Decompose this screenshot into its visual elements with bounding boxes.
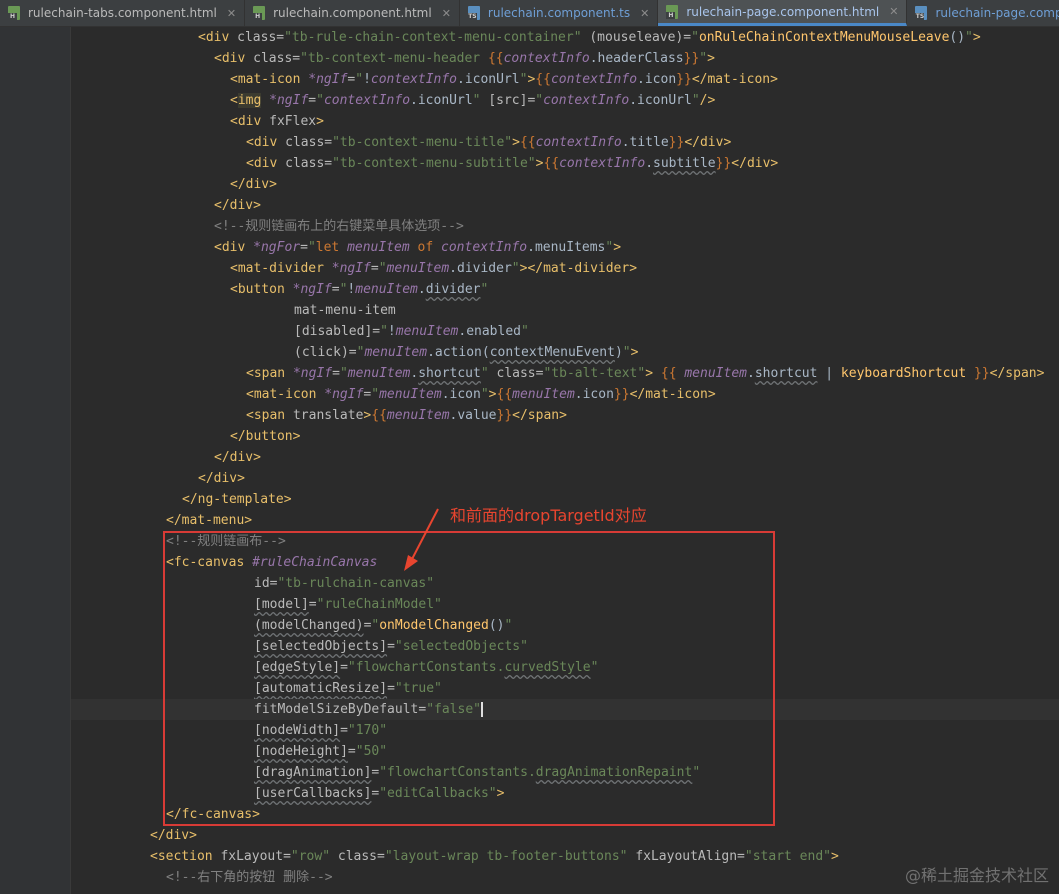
code-line[interactable]: 227[nodeWidth]="170" xyxy=(254,720,387,741)
code-line[interactable]: 219<fc-canvas #ruleChainCanvas xyxy=(166,552,377,573)
code-line[interactable]: 210<span *ngIf="menuItem.shortcut" class… xyxy=(246,363,1044,384)
code-line[interactable]: 218<!--规则链画布--> xyxy=(166,531,286,552)
code-line[interactable]: 199<div class="tb-context-menu-title">{{… xyxy=(246,132,731,153)
tab-rulechain-html[interactable]: H rulechain.component.html ✕ xyxy=(245,0,460,26)
code-line[interactable]: 206<button *ngIf="!menuItem.divider" xyxy=(230,279,488,300)
close-icon[interactable]: ✕ xyxy=(640,7,649,20)
code-line[interactable]: 201</div> xyxy=(230,174,277,195)
code-line[interactable]: 209(click)="menuItem.action(contextMenuE… xyxy=(294,342,638,363)
code-line[interactable]: 211<mat-icon *ngIf="menuItem.icon">{{men… xyxy=(246,384,716,405)
tab-rulechain-tabs-html[interactable]: H rulechain-tabs.component.html ✕ xyxy=(0,0,246,26)
code-line-current[interactable]: 226fitModelSizeByDefault="false" xyxy=(71,699,1059,720)
code-line[interactable]: 214</div> xyxy=(214,447,261,468)
tab-label: rulechain-tabs.component.html xyxy=(28,6,217,20)
html-file-icon: H xyxy=(253,6,267,20)
tab-rulechain-ts[interactable]: TS rulechain.component.ts ✕ xyxy=(460,0,659,26)
code-line[interactable]: 200<div class="tb-context-menu-subtitle"… xyxy=(246,153,778,174)
code-line[interactable]: 205<mat-divider *ngIf="menuItem.divider"… xyxy=(230,258,637,279)
watermark: @稀土掘金技术社区 xyxy=(904,866,1049,885)
tab-label: rulechain.component.html xyxy=(273,6,432,20)
code-line[interactable]: 230[userCallbacks]="editCallbacks"> xyxy=(254,783,504,804)
code-line[interactable]: 217</mat-menu> xyxy=(166,510,252,531)
code-line[interactable]: 194<div class="tb-rule-chain-context-men… xyxy=(198,27,981,48)
code-line[interactable]: 212<span translate>{{menuItem.value}}</s… xyxy=(246,405,567,426)
code-line[interactable]: 197<img *ngIf="contextInfo.iconUrl" [src… xyxy=(230,90,715,111)
code-line[interactable]: 220id="tb-rulchain-canvas" xyxy=(254,573,434,594)
code-line[interactable]: 221[model]="ruleChainModel" xyxy=(254,594,442,615)
code-line[interactable]: 195<div class="tb-context-menu-header {{… xyxy=(214,48,715,69)
code-line[interactable]: 213</button> xyxy=(230,426,300,447)
close-icon[interactable]: ✕ xyxy=(889,5,898,18)
tab-label: rulechain.component.ts xyxy=(487,6,631,20)
code-line[interactable]: 231</fc-canvas> xyxy=(166,804,260,825)
html-file-icon: H xyxy=(8,6,22,20)
code-line[interactable]: 224[edgeStyle]="flowchartConstants.curve… xyxy=(254,657,598,678)
code-line[interactable]: 216</ng-template> xyxy=(182,489,292,510)
editor-tab-bar: H rulechain-tabs.component.html ✕ H rule… xyxy=(0,0,1059,27)
text-cursor xyxy=(480,702,483,717)
tab-label: rulechain-page.component.ts xyxy=(935,6,1059,20)
annotation-label: 和前面的dropTargetId对应 xyxy=(450,506,647,525)
code-line[interactable]: 232</div> xyxy=(150,825,197,846)
code-line[interactable]: 202</div> xyxy=(214,195,261,216)
ts-file-icon: TS xyxy=(467,6,482,20)
code-editor[interactable]: 194<div class="tb-rule-chain-context-men… xyxy=(71,27,1059,894)
html-file-icon: H xyxy=(666,4,680,19)
annotation-arrow xyxy=(404,508,439,571)
code-line[interactable]: 196<mat-icon *ngIf="!contextInfo.iconUrl… xyxy=(230,69,778,90)
tab-rulechain-page-html[interactable]: H rulechain-page.component.html ✕ xyxy=(658,0,908,26)
ts-file-icon: TS xyxy=(915,6,929,20)
code-line[interactable]: 208[disabled]="!menuItem.enabled" xyxy=(294,321,529,342)
tab-label: rulechain-page.component.html xyxy=(686,4,880,19)
code-line[interactable]: 225[automaticResize]="true" xyxy=(254,678,442,699)
code-line[interactable]: 233<section fxLayout="row" class="layout… xyxy=(150,846,839,867)
code-line[interactable]: 215</div> xyxy=(198,468,245,489)
code-line[interactable]: 207mat-menu-item xyxy=(294,300,396,321)
code-line[interactable]: 234<!--右下角的按钮 删除--> xyxy=(166,867,333,888)
tab-rulechain-page-ts[interactable]: TS rulechain-page.component.ts ✕ xyxy=(907,0,1059,26)
code-line[interactable]: 222(modelChanged)="onModelChanged()" xyxy=(254,615,512,636)
code-line[interactable]: 198<div fxFlex> xyxy=(230,111,324,132)
line-number-gutter[interactable] xyxy=(0,27,71,894)
code-line[interactable]: 229[dragAnimation]="flowchartConstants.d… xyxy=(254,762,700,783)
code-line[interactable]: 204<div *ngFor="let menuItem of contextI… xyxy=(214,237,621,258)
close-icon[interactable]: ✕ xyxy=(227,7,236,20)
code-line[interactable]: 228[nodeHeight]="50" xyxy=(254,741,387,762)
code-line[interactable]: 223[selectedObjects]="selectedObjects" xyxy=(254,636,528,657)
close-icon[interactable]: ✕ xyxy=(442,7,451,20)
code-line[interactable]: 203<!--规则链画布上的右键菜单具体选项--> xyxy=(214,216,464,237)
